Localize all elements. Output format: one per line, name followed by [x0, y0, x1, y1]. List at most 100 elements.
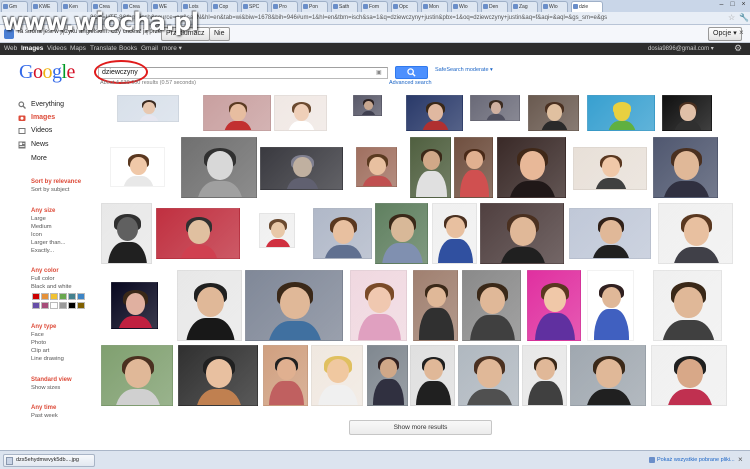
image-result[interactable]: [497, 137, 566, 198]
image-result[interactable]: [313, 208, 372, 259]
color-black-white[interactable]: Black and white: [31, 284, 72, 290]
bookmark-star-icon[interactable]: ☆: [728, 13, 735, 22]
size-medium[interactable]: Medium: [31, 224, 52, 230]
image-result[interactable]: [356, 147, 397, 187]
image-result[interactable]: [662, 95, 712, 131]
image-result[interactable]: [259, 213, 295, 248]
view-show-sizes[interactable]: Show sizes: [31, 385, 60, 391]
image-result[interactable]: [410, 345, 455, 406]
gbar-item-images[interactable]: Images: [21, 44, 43, 54]
browser-tab[interactable]: Zag: [511, 1, 538, 12]
image-result[interactable]: [480, 203, 564, 264]
image-result[interactable]: [587, 270, 634, 341]
type-any[interactable]: Any type: [31, 324, 56, 330]
size-large[interactable]: Large: [31, 216, 46, 222]
image-result[interactable]: [462, 270, 521, 341]
browser-tab[interactable]: Sath: [331, 1, 358, 12]
image-result[interactable]: [350, 270, 407, 341]
image-result[interactable]: [101, 345, 173, 406]
translate-button[interactable]: Przetłumacz: [161, 27, 210, 41]
wrench-icon[interactable]: 🔧: [739, 13, 749, 22]
image-result[interactable]: [367, 345, 408, 406]
time-past-week[interactable]: Past week: [31, 413, 58, 419]
download-item[interactable]: dzs5ehydmwvyk5db....jpg: [3, 454, 95, 467]
image-result[interactable]: [653, 270, 722, 341]
size-any[interactable]: Any size: [31, 208, 55, 214]
image-result[interactable]: [528, 95, 579, 131]
browser-tab[interactable]: Wio: [541, 1, 568, 12]
color-swatch[interactable]: [77, 293, 85, 300]
image-result[interactable]: [311, 345, 363, 406]
image-result[interactable]: [177, 270, 242, 341]
image-result[interactable]: [117, 95, 179, 122]
image-result[interactable]: [353, 95, 382, 116]
color-swatch[interactable]: [68, 293, 76, 300]
browser-tab[interactable]: Pro: [271, 1, 298, 12]
color-swatch[interactable]: [59, 293, 67, 300]
color-swatch[interactable]: [32, 293, 40, 300]
image-result[interactable]: [181, 137, 257, 198]
image-result[interactable]: [156, 208, 240, 259]
image-result[interactable]: [458, 345, 519, 406]
browser-tab[interactable]: Lots: [181, 1, 208, 12]
color-any[interactable]: Any color: [31, 268, 59, 274]
color-swatch[interactable]: [59, 302, 67, 309]
show-all-downloads-link[interactable]: Pokaż wszystkie pobrane pliki...: [657, 457, 735, 463]
image-result[interactable]: [432, 203, 477, 264]
color-swatch[interactable]: [77, 302, 85, 309]
browser-tab[interactable]: Cop: [211, 1, 238, 12]
image-result[interactable]: [274, 95, 327, 131]
image-result[interactable]: [587, 95, 655, 131]
gear-icon[interactable]: ⚙: [734, 43, 742, 54]
url-field[interactable]: 2&ie=UTF-8&tbm=isch&source=og&sa=N&hl=en…: [90, 13, 730, 24]
image-result[interactable]: [522, 345, 567, 406]
gbar-item-gmail[interactable]: Gmail: [141, 44, 158, 54]
gbar-item-web[interactable]: Web: [4, 44, 17, 54]
image-result[interactable]: [101, 203, 152, 264]
browser-tab[interactable]: Mon: [421, 1, 448, 12]
browser-tab[interactable]: dzie: [571, 1, 603, 12]
browser-tab[interactable]: Gm: [1, 1, 28, 12]
image-result[interactable]: [658, 203, 733, 264]
size-exactly[interactable]: Exactly...: [31, 248, 54, 254]
color-swatch[interactable]: [68, 302, 76, 309]
image-result[interactable]: [527, 270, 581, 341]
close-window-button[interactable]: ×: [738, 0, 749, 10]
view-standard[interactable]: Standard view: [31, 377, 72, 383]
gbar-item-books[interactable]: Books: [119, 44, 137, 54]
camera-icon[interactable]: ▣: [376, 69, 382, 76]
image-result[interactable]: [406, 95, 463, 131]
type-photo[interactable]: Photo: [31, 340, 46, 346]
gbar-item-translate[interactable]: Translate: [90, 44, 117, 54]
nav-videos[interactable]: Videos: [31, 127, 52, 134]
gbar-item-more[interactable]: more ▾: [162, 44, 182, 54]
gbar-item-maps[interactable]: Maps: [70, 44, 86, 54]
browser-tab[interactable]: KWE: [31, 1, 58, 12]
image-result[interactable]: [178, 345, 258, 406]
image-result[interactable]: [454, 137, 493, 198]
nav-more[interactable]: More: [31, 155, 47, 162]
type-line-drawing[interactable]: Line drawing: [31, 356, 64, 362]
download-bar-close-button[interactable]: ×: [738, 455, 743, 464]
image-result[interactable]: [653, 137, 718, 198]
translate-close-button[interactable]: ×: [739, 28, 744, 37]
image-result[interactable]: [260, 147, 343, 190]
google-logo[interactable]: Google: [19, 61, 75, 84]
type-clip-art[interactable]: Clip art: [31, 348, 49, 354]
nav-images[interactable]: Images: [31, 114, 55, 121]
maximize-button[interactable]: □: [727, 0, 738, 10]
image-result[interactable]: [263, 345, 308, 406]
color-swatch[interactable]: [41, 302, 49, 309]
color-swatch[interactable]: [32, 302, 40, 309]
no-translate-button[interactable]: Nie: [209, 27, 230, 41]
nav-everything[interactable]: Everything: [31, 101, 64, 108]
color-swatch[interactable]: [41, 293, 49, 300]
image-result[interactable]: [203, 95, 271, 131]
translate-options-button[interactable]: Opcje ▾: [708, 27, 742, 41]
sort-by-relevance[interactable]: Sort by relevance: [31, 179, 81, 185]
image-result[interactable]: [111, 282, 158, 329]
image-result[interactable]: [570, 345, 646, 406]
advanced-search-link[interactable]: Advanced search: [389, 80, 432, 86]
browser-tab[interactable]: WE: [151, 1, 178, 12]
image-result[interactable]: [375, 203, 428, 264]
